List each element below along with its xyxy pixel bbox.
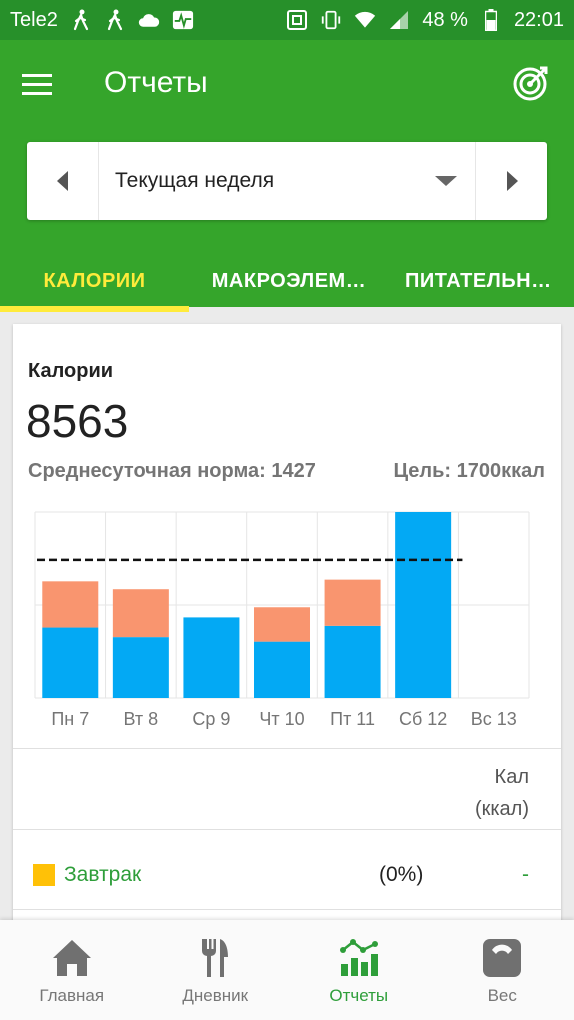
tab-nutrients-label: ПИТАТЕЛЬН… bbox=[405, 269, 552, 292]
bar-segment bbox=[112, 589, 169, 638]
bar-segment bbox=[42, 581, 99, 628]
bar-segment bbox=[112, 637, 169, 698]
app-bar: Отчеты Текущая неделя КАЛОРИИ МАКРОЭЛЕМ… bbox=[0, 40, 574, 312]
week-dropdown[interactable]: Текущая неделя bbox=[99, 142, 475, 220]
status-bar: Tele2 48 % 22:01 bbox=[0, 0, 574, 40]
calorie-goal: Цель: 1700ккал bbox=[393, 460, 545, 482]
cloud-icon bbox=[138, 9, 160, 31]
target-icon[interactable] bbox=[512, 64, 550, 102]
carrier-label: Tele2 bbox=[10, 8, 58, 31]
nav-weight-label: Вес bbox=[487, 986, 517, 1005]
tab-calories[interactable]: КАЛОРИИ bbox=[0, 255, 189, 307]
x-tick-label: Чт 10 bbox=[259, 709, 304, 729]
signal-icon bbox=[388, 9, 410, 31]
walking-icon bbox=[104, 9, 126, 31]
total-calories: 8563 bbox=[26, 395, 129, 447]
meal-percent: (0%) bbox=[379, 863, 424, 886]
chevron-down-icon bbox=[435, 176, 457, 186]
page-title: Отчеты bbox=[104, 66, 208, 99]
nfc-icon bbox=[286, 9, 308, 31]
chevron-right-icon bbox=[506, 171, 518, 191]
calories-column-header-line2: (ккал) bbox=[474, 798, 529, 820]
calories-report-card: Калории 8563 Среднесуточная норма: 1427 … bbox=[13, 324, 561, 924]
home-icon bbox=[50, 936, 94, 980]
bar-segment bbox=[254, 641, 310, 698]
bottom-navigation: Главная Дневник Отчеты Вес bbox=[0, 920, 574, 1020]
report-tabs: КАЛОРИИ МАКРОЭЛЕМ… ПИТАТЕЛЬН… bbox=[0, 255, 574, 312]
battery-icon bbox=[480, 9, 502, 31]
chevron-left-icon bbox=[56, 171, 68, 191]
menu-icon[interactable] bbox=[22, 68, 62, 100]
week-selector: Текущая неделя bbox=[27, 142, 547, 220]
tab-calories-label: КАЛОРИИ bbox=[43, 269, 146, 292]
daily-average: Среднесуточная норма: 1427 bbox=[28, 460, 316, 482]
fork-knife-icon bbox=[193, 936, 237, 980]
bar-segment bbox=[324, 625, 381, 698]
bar-segment bbox=[183, 617, 240, 698]
nav-home[interactable]: Главная bbox=[0, 920, 144, 1020]
next-week-button[interactable] bbox=[475, 142, 547, 220]
table-row[interactable]: Завтрак (0%) - bbox=[13, 830, 561, 910]
meal-calories: - bbox=[522, 863, 529, 886]
x-tick-label: Сб 12 bbox=[399, 709, 447, 729]
table-header: Кал (ккал) bbox=[13, 748, 561, 830]
activity-icon bbox=[172, 9, 194, 31]
bar-segment bbox=[254, 607, 310, 642]
calories-column-header-line1: Кал bbox=[494, 766, 529, 788]
bar-segment bbox=[395, 512, 452, 698]
active-tab-indicator bbox=[0, 306, 189, 312]
nav-reports[interactable]: Отчеты bbox=[287, 920, 431, 1020]
nav-diary-label: Дневник bbox=[182, 986, 249, 1005]
tab-nutrients[interactable]: ПИТАТЕЛЬН… bbox=[389, 255, 574, 307]
x-tick-label: Вс 13 bbox=[471, 709, 517, 729]
vibrate-icon bbox=[320, 9, 342, 31]
bar-segment bbox=[324, 579, 381, 626]
meal-label: Завтрак bbox=[64, 863, 142, 886]
tab-macronutrients[interactable]: МАКРОЭЛЕМ… bbox=[189, 255, 389, 307]
week-dropdown-value: Текущая неделя bbox=[115, 169, 275, 192]
nav-reports-label: Отчеты bbox=[329, 986, 389, 1005]
previous-week-button[interactable] bbox=[27, 142, 99, 220]
x-tick-label: Ср 9 bbox=[192, 709, 230, 729]
battery-percent: 48 % bbox=[422, 8, 468, 31]
nav-diary[interactable]: Дневник bbox=[144, 920, 288, 1020]
chart-icon bbox=[337, 936, 381, 980]
breakfast-color-swatch bbox=[33, 864, 55, 886]
scale-icon bbox=[480, 936, 524, 980]
x-tick-label: Пн 7 bbox=[51, 709, 89, 729]
card-title: Калории bbox=[28, 360, 114, 382]
walking-icon bbox=[70, 9, 92, 31]
nav-weight[interactable]: Вес bbox=[431, 920, 574, 1020]
x-tick-label: Вт 8 bbox=[124, 709, 159, 729]
calories-column-header: Кал (ккал) bbox=[475, 761, 529, 825]
wifi-icon bbox=[354, 9, 376, 31]
tab-macronutrients-label: МАКРОЭЛЕМ… bbox=[211, 269, 367, 292]
x-tick-label: Пт 11 bbox=[330, 709, 375, 729]
clock: 22:01 bbox=[513, 8, 564, 31]
nav-home-label: Главная bbox=[39, 986, 105, 1005]
calories-bar-chart: Пн 7 Вт 8 Ср 9 Чт 10 Пт 11 Сб 12 Вс 13 bbox=[34, 511, 530, 729]
bar-segment bbox=[42, 627, 99, 698]
